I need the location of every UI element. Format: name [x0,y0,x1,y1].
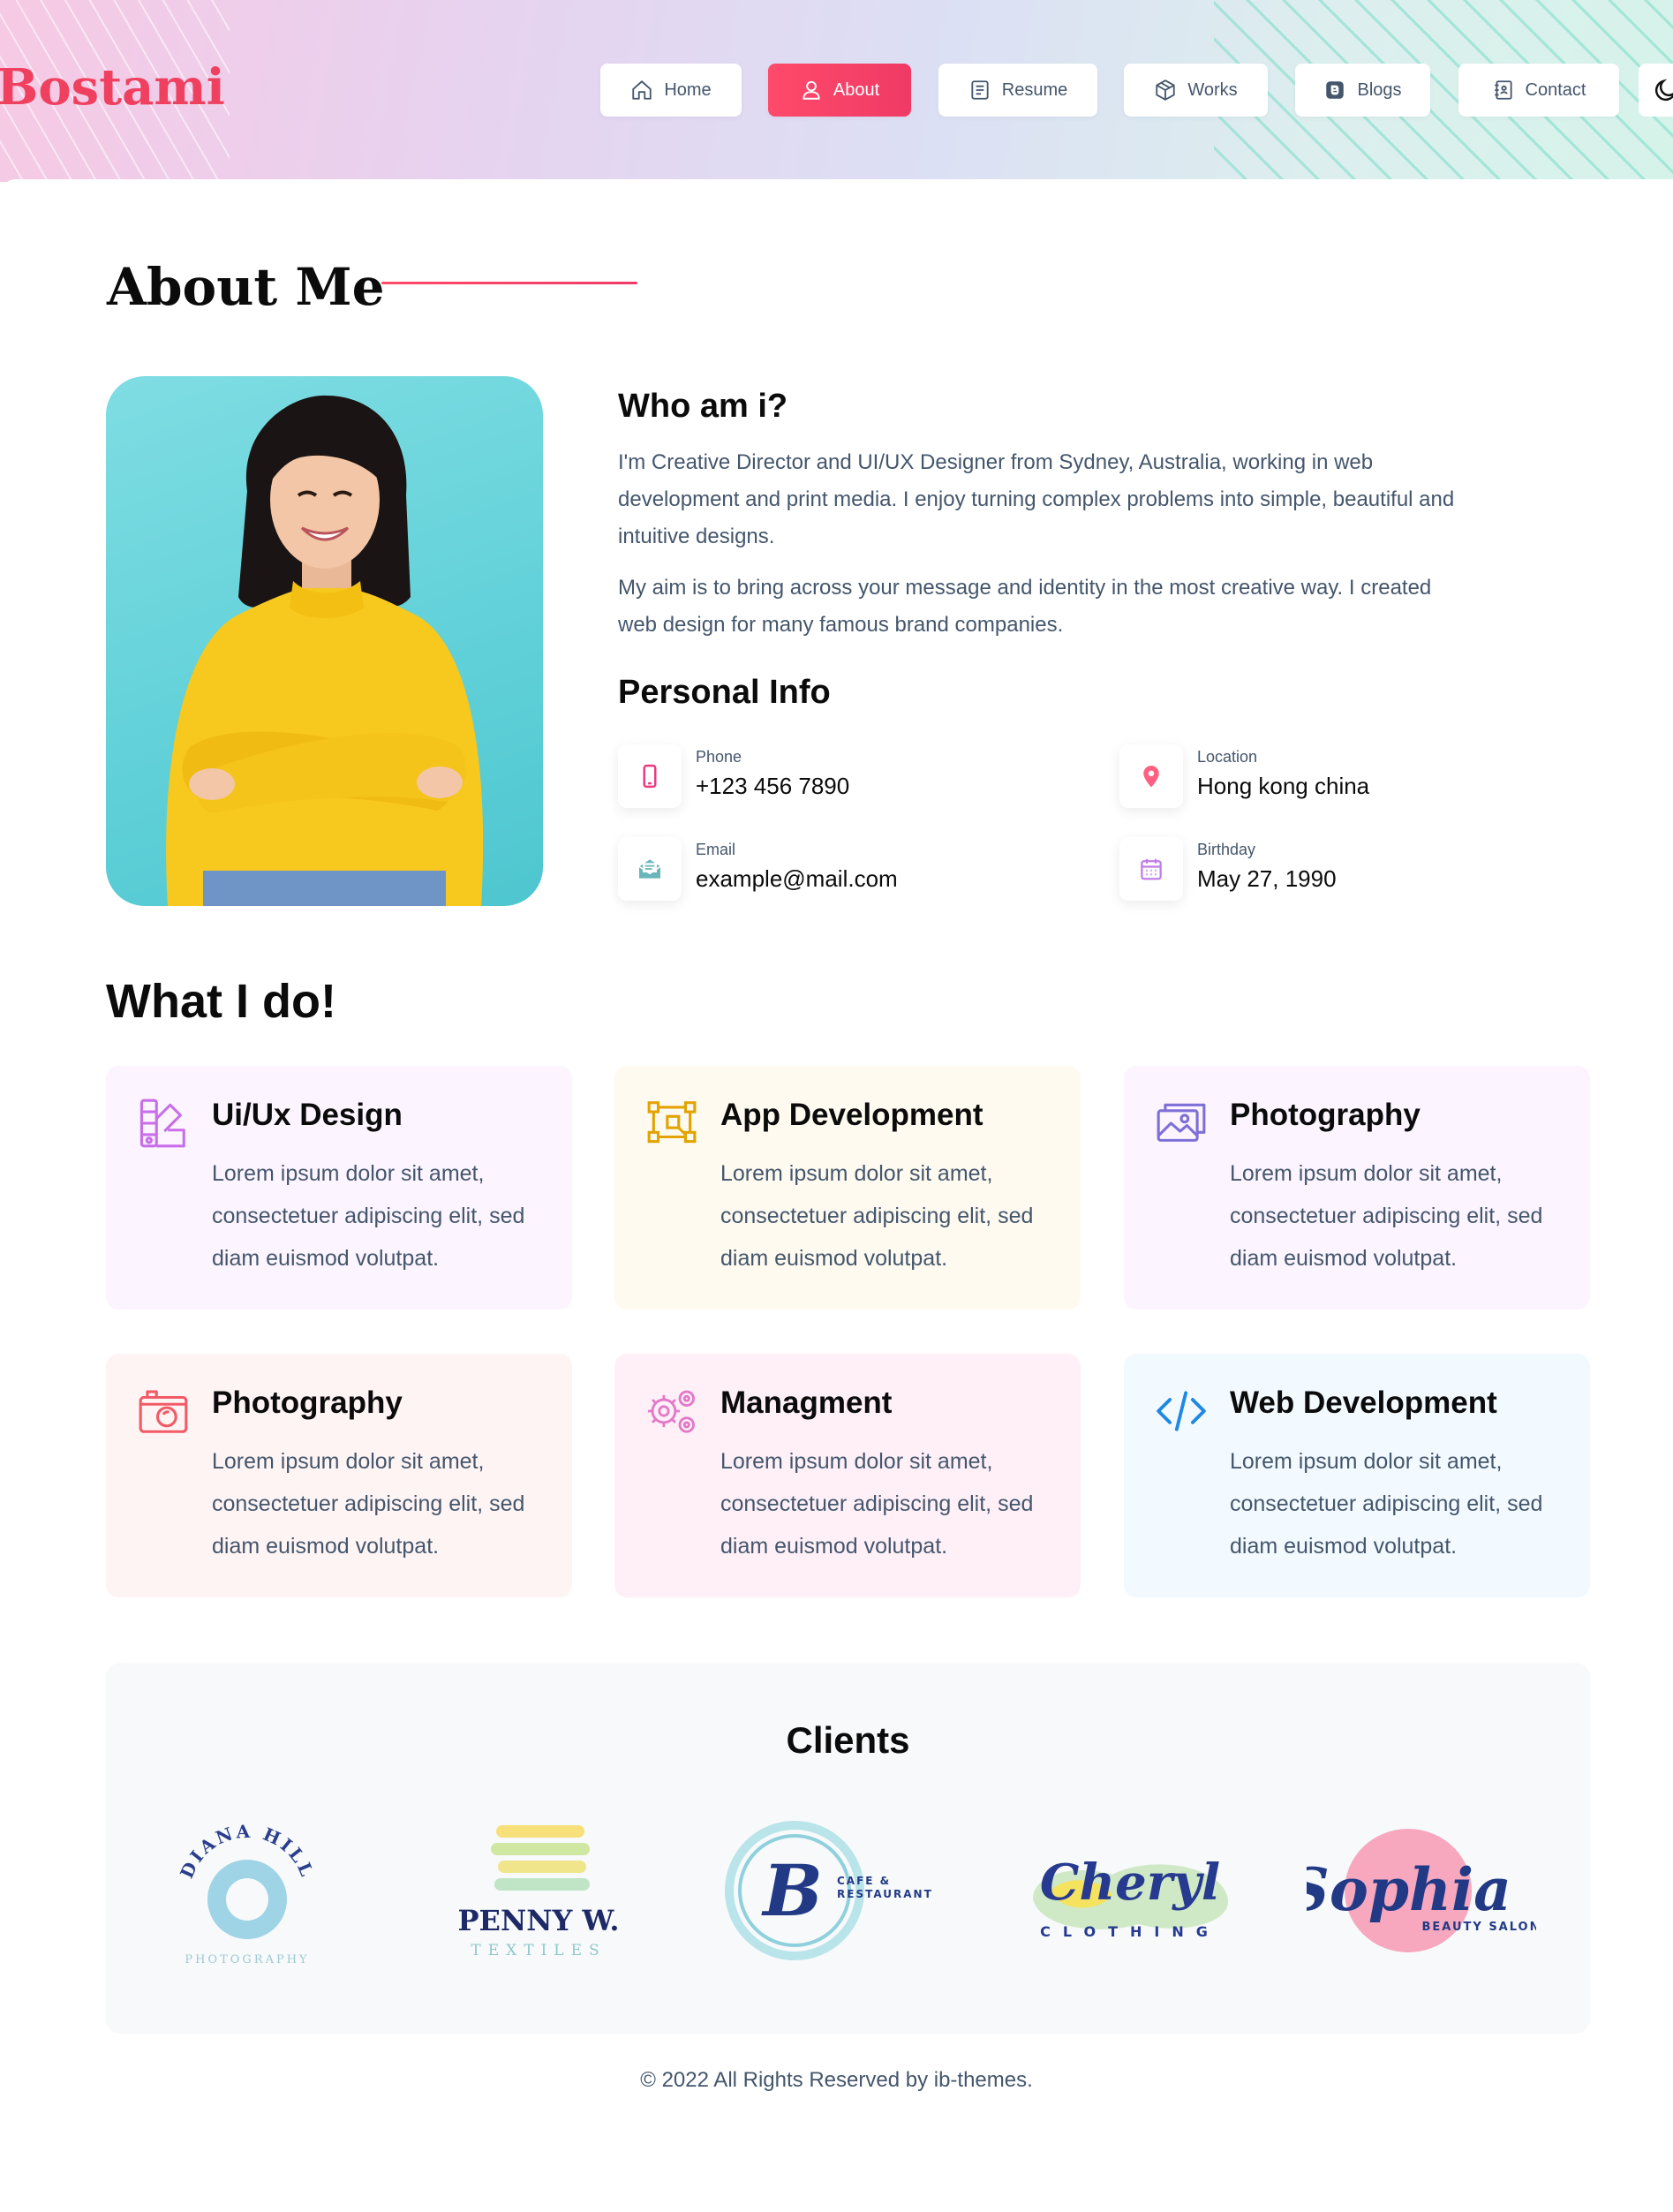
about-page: About Me Who am i? I'm Creative Director… [0,179,1673,2212]
gears-icon [647,1390,695,1433]
svg-text:CLOTHING: CLOTHING [1040,1923,1220,1940]
profile-photo [106,376,543,906]
info-label: Location [1197,748,1258,766]
about-paragraph: My aim is to bring across your message a… [618,576,1432,637]
nav-label: Home [664,79,712,100]
header: Bostami Home About Resume Works Blogs Co… [0,0,1673,182]
client-logo-b-cafe[interactable]: B CAFE & RESTAURANT [715,1811,953,1970]
svg-text:PENNY W.: PENNY W. [457,1904,619,1937]
info-value[interactable]: example@mail.com [696,865,898,893]
page-title: About Me [107,257,385,317]
user-icon [803,80,820,100]
nav-item-works[interactable]: Works [1124,64,1268,117]
service-title: Managment [720,1385,893,1420]
sophia-logo: Sophia BEAUTY SALON [1287,1829,1540,1952]
client-logo-penny-w[interactable]: PENNY W. TEXTILES [424,1811,653,1970]
app-dev-icon [647,1101,697,1144]
nav-label: About [833,79,880,100]
personal-info-heading: Personal Info [618,674,831,711]
diana-hill-logo: DIANA HILL PHOTOGRAPHY [176,1821,316,1967]
service-card-management[interactable]: Managment Lorem ipsum dolor sit amet, co… [614,1354,1081,1597]
service-description: Lorem ipsum dolor sit amet, consectetuer… [720,1449,1034,1559]
info-label: Birthday [1197,841,1256,858]
svg-text:BEAUTY SALON: BEAUTY SALON [1422,1921,1537,1934]
location-icon [1119,744,1183,808]
camera-icon [139,1390,188,1433]
about-paragraph: I'm Creative Director and UI/UX Designer… [618,450,1455,548]
client-logo-diana-hill[interactable]: DIANA HILL PHOTOGRAPHY [132,1811,362,1970]
nav-item-resume[interactable]: Resume [938,64,1097,117]
service-title: Ui/Ux Design [212,1098,403,1132]
contact-icon [1494,80,1512,100]
service-card-photography-camera[interactable]: Photography Lorem ipsum dolor sit amet, … [106,1354,572,1597]
service-title: App Development [720,1098,983,1132]
title-underline [381,282,637,284]
logo[interactable]: Bostami [0,58,225,117]
svg-text:Cheryl: Cheryl [1040,1853,1220,1912]
box-icon [1156,79,1176,101]
footer-copyright: © 2022 All Rights Reserved by ib-themes. [640,2068,1033,2092]
services-heading: What I do! [106,975,336,1028]
service-card-uiux[interactable]: Ui/Ux Design Lorem ipsum dolor sit amet,… [106,1066,572,1310]
service-description: Lorem ipsum dolor sit amet, consectetuer… [1230,1449,1543,1559]
service-title: Web Development [1230,1385,1497,1420]
svg-text:PHOTOGRAPHY: PHOTOGRAPHY [185,1953,309,1967]
service-description: Lorem ipsum dolor sit amet, consectetuer… [720,1161,1034,1271]
svg-text:TEXTILES: TEXTILES [471,1942,606,1959]
theme-toggle-button[interactable] [1639,64,1673,117]
home-icon [632,80,652,100]
file-icon [971,80,989,100]
who-am-i-heading: Who am i? [618,388,788,425]
nav-item-home[interactable]: Home [600,64,742,117]
service-title: Photography [212,1385,403,1420]
email-icon [618,837,682,901]
service-description: Lorem ipsum dolor sit amet, consectetuer… [1230,1161,1543,1271]
calendar-icon [1119,837,1183,901]
info-value: Hong kong china [1197,773,1370,799]
svg-text:Sophia: Sophia [1307,1855,1511,1924]
service-card-app-development[interactable]: App Development Lorem ipsum dolor sit am… [614,1066,1081,1310]
service-description: Lorem ipsum dolor sit amet, consectetuer… [212,1161,525,1271]
nav-label: Blogs [1357,79,1402,100]
info-value[interactable]: +123 456 7890 [696,773,849,800]
portrait-illustration [166,395,484,906]
info-label: Email [696,841,736,858]
clients-section: Clients DIANA HILL PHOTOGRAPHY PENNY W. … [106,1663,1590,2034]
nav-item-contact[interactable]: Contact [1458,64,1619,117]
nav-item-about[interactable]: About [768,64,911,117]
nav-item-blogs[interactable]: Blogs [1295,64,1430,117]
b-cafe-logo: B CAFE & RESTAURANT [725,1821,931,1960]
service-card-web-development[interactable]: Web Development Lorem ipsum dolor sit am… [1124,1354,1590,1597]
svg-text:B: B [761,1849,823,1932]
info-label: Phone [696,748,742,766]
info-value: May 27, 1990 [1197,865,1337,892]
nav-label: Contact [1525,79,1586,100]
cheryl-logo: Cheryl CLOTHING [1033,1853,1228,1940]
nav-label: Works [1187,79,1238,100]
service-title: Photography [1230,1098,1421,1132]
moon-icon [1654,79,1673,102]
client-logo-cheryl[interactable]: Cheryl CLOTHING [1015,1811,1245,1970]
clients-heading: Clients [786,1719,910,1761]
nav-label: Resume [1001,79,1068,100]
blog-icon [1326,81,1345,99]
design-icon [139,1098,185,1148]
code-icon [1157,1391,1206,1431]
client-logo-sophia[interactable]: Sophia BEAUTY SALON [1287,1811,1540,1970]
penny-w-logo: PENNY W. TEXTILES [457,1825,620,1959]
image-icon [1157,1103,1206,1142]
phone-icon [618,744,682,808]
service-description: Lorem ipsum dolor sit amet, consectetuer… [212,1449,525,1559]
service-card-photography[interactable]: Photography Lorem ipsum dolor sit amet, … [1124,1066,1590,1310]
